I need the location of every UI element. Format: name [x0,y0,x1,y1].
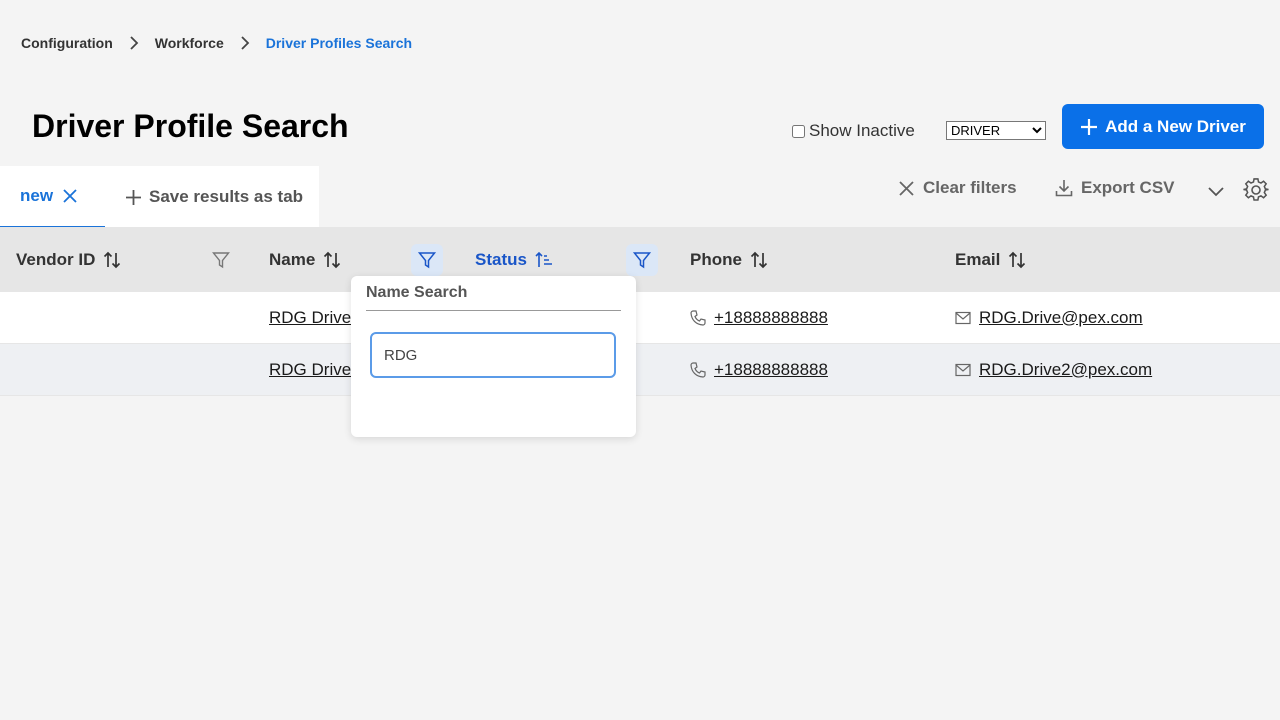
plus-icon [126,189,141,205]
phone-link[interactable]: +18888888888 [714,360,828,380]
breadcrumb-driver-profiles-search[interactable]: Driver Profiles Search [266,35,412,51]
phone-cell: +18888888888 [690,344,828,395]
page-title: Driver Profile Search [32,108,349,144]
save-results-as-tab-button[interactable]: Save results as tab [105,166,303,228]
mail-icon [955,311,971,324]
column-label: Name [269,249,316,269]
breadcrumb: Configuration Workforce Driver Profiles … [21,35,412,51]
add-new-driver-button[interactable]: Add a New Driver [1062,104,1264,149]
phone-icon [690,309,706,326]
column-label: Phone [690,249,742,269]
column-header-email: Email [955,227,1026,292]
column-label: Vendor ID [16,249,96,269]
email-link[interactable]: RDG.Drive@pex.com [979,308,1143,328]
driver-name-link[interactable]: RDG Drive2 [269,360,361,380]
chevron-down-icon[interactable] [1206,181,1226,201]
name-search-input[interactable] [370,332,616,378]
sort-icon[interactable] [750,251,768,269]
chevron-right-icon [224,36,266,50]
tab-bar: new Save results as tab [0,166,319,228]
show-inactive-checkbox[interactable] [792,124,805,138]
status-filter-button[interactable] [626,244,658,276]
clear-filters-label: Clear filters [923,178,1017,197]
column-label: Email [955,249,1001,269]
filter-icon [418,252,436,269]
name-cell: RDG Drive2 [269,344,361,395]
download-icon [1055,180,1073,197]
phone-link[interactable]: +18888888888 [714,308,828,328]
column-header-phone: Phone [690,227,768,292]
email-link[interactable]: RDG.Drive2@pex.com [979,360,1152,380]
close-icon[interactable] [63,189,77,203]
mail-icon [955,363,971,376]
breadcrumb-workforce[interactable]: Workforce [155,35,224,51]
name-cell: RDG Drive [269,292,351,343]
column-header-vendor-id: Vendor ID [16,227,121,292]
export-csv-label: Export CSV [1081,178,1175,197]
column-label: Status [475,249,527,269]
name-search-popover: Name Search [351,276,636,437]
show-inactive-label: Show Inactive [809,121,915,140]
divider [366,310,621,311]
sort-icon[interactable] [323,251,341,269]
show-inactive-toggle[interactable]: Show Inactive [792,121,915,141]
phone-icon [690,361,706,378]
email-cell: RDG.Drive@pex.com [955,292,1143,343]
save-results-as-tab-label: Save results as tab [149,187,304,206]
close-icon [899,180,914,196]
table-row[interactable]: RDG Drive2 +18888888888 RDG.Drive2@pex.c… [0,344,1280,396]
table-row[interactable]: RDG Drive +18888888888 RDG.Drive@pex.com [0,292,1280,344]
filter-icon [633,252,651,269]
name-filter-button[interactable] [411,244,443,276]
add-new-driver-label: Add a New Driver [1105,116,1246,136]
name-search-title: Name Search [366,284,468,301]
email-cell: RDG.Drive2@pex.com [955,344,1152,395]
chevron-right-icon [113,36,155,50]
table-header: Vendor ID Name Status Phone Email [0,227,1280,292]
column-header-name: Name [269,227,341,292]
sort-icon[interactable] [1008,251,1026,269]
vendor-id-filter-button[interactable] [205,244,237,276]
role-select[interactable]: DRIVER [946,121,1046,140]
phone-cell: +18888888888 [690,292,828,343]
plus-icon [1081,118,1098,135]
sort-icon[interactable] [103,251,121,269]
tab-new[interactable]: new [0,166,105,228]
gear-icon[interactable] [1243,177,1269,203]
filter-icon [212,252,230,269]
export-csv-button[interactable]: Export CSV [1055,178,1175,198]
breadcrumb-configuration[interactable]: Configuration [21,35,113,51]
sort-ascending-icon[interactable] [535,251,553,269]
driver-name-link[interactable]: RDG Drive [269,308,351,328]
clear-filters-button[interactable]: Clear filters [898,178,1017,198]
tab-new-label: new [20,186,54,205]
